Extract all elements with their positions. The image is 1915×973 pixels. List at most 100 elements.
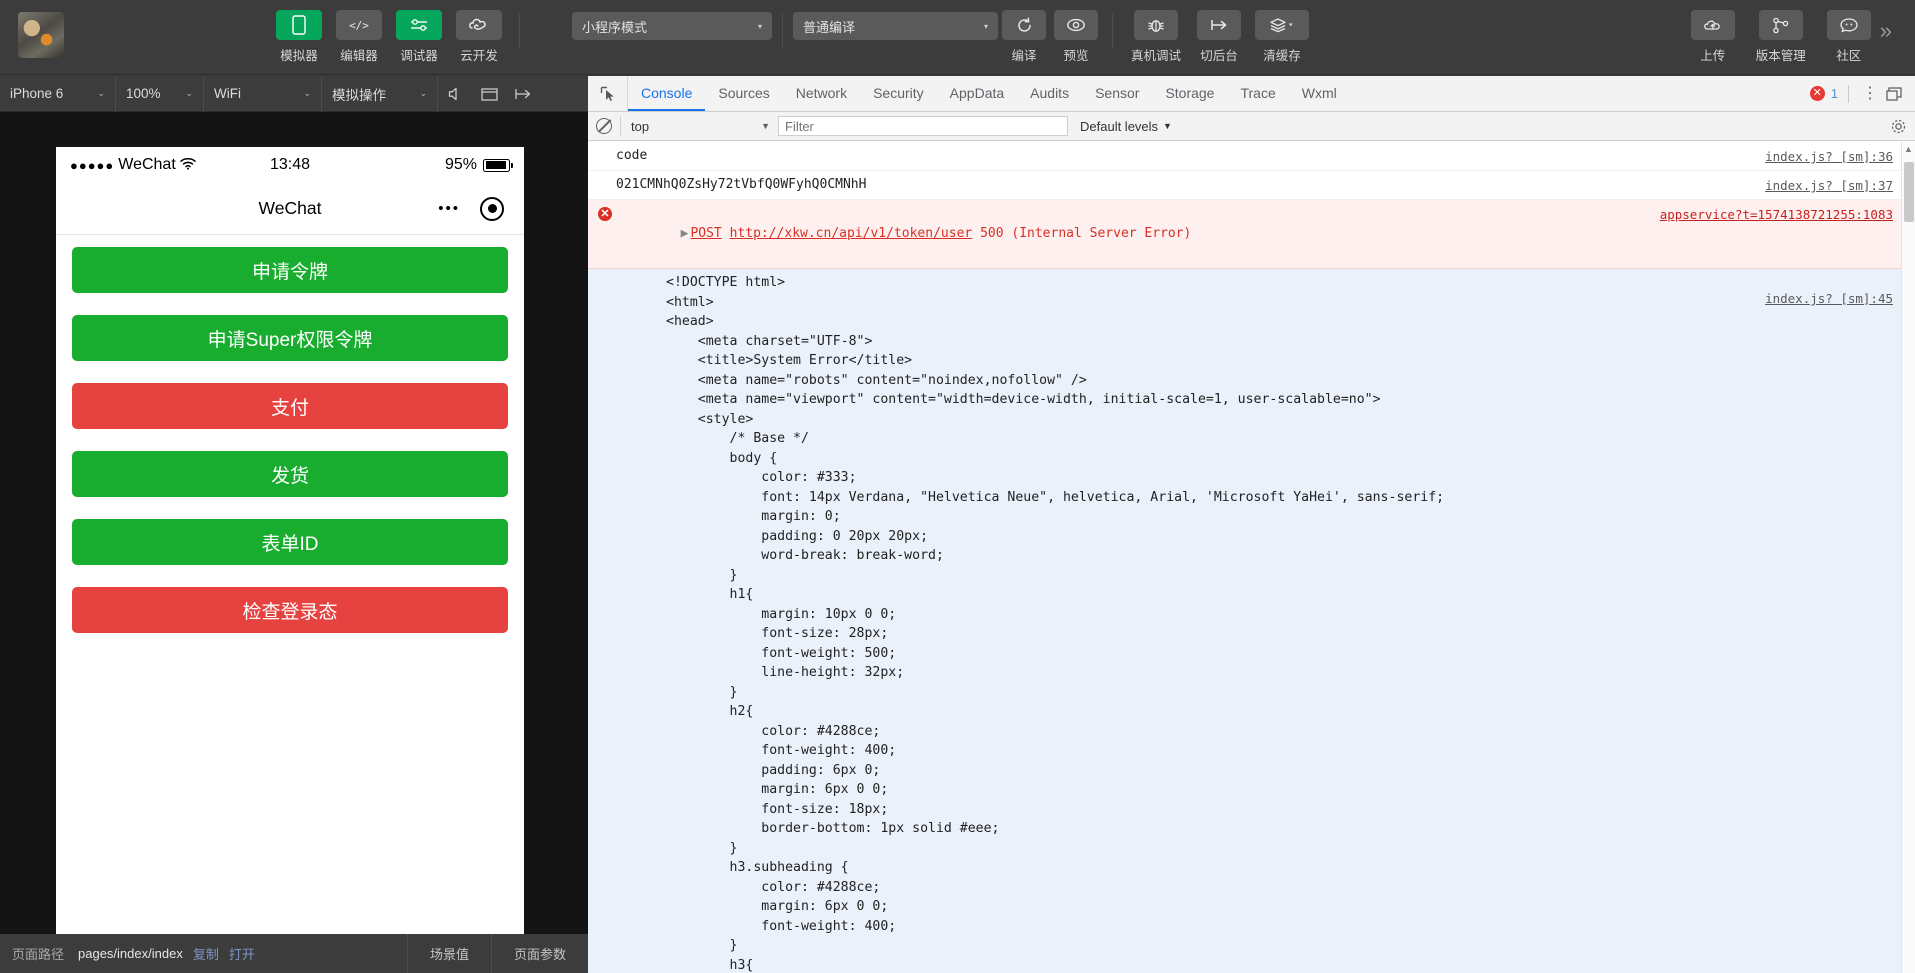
tab-trace[interactable]: Trace: [1227, 76, 1288, 111]
toolbar-action-preview[interactable]: 预览: [1050, 10, 1102, 64]
page-path-label: 页面路径: [12, 947, 65, 962]
console-line-error[interactable]: ✕ ▶ POST http://xkw.cn/api/v1/token/user …: [588, 200, 1915, 269]
tab-wxml[interactable]: Wxml: [1289, 76, 1350, 111]
toolbar-action-upload-label: 上传: [1700, 49, 1726, 63]
scrollbar-thumb[interactable]: [1904, 162, 1914, 222]
toolbar-mode-editor[interactable]: </> 编辑器: [329, 10, 389, 64]
console-filter-bar: top ▼ Default levels ▼: [588, 112, 1915, 141]
button-ship[interactable]: 发货: [72, 451, 508, 497]
inspect-cursor-icon[interactable]: [588, 76, 628, 111]
simulate-action-select[interactable]: 模拟操作 ⌄: [322, 75, 438, 112]
button-form-id[interactable]: 表单ID: [72, 519, 508, 565]
console-context-select[interactable]: top ▼: [620, 116, 770, 136]
console-output[interactable]: code index.js? [sm]:36 021CMNhQ0ZsHy72tV…: [588, 142, 1915, 973]
devtools-panel: Console Sources Network Security AppData…: [588, 76, 1915, 973]
toolbar-action-compile[interactable]: 编译: [998, 10, 1050, 64]
toolbar-mode-simulator-label: 模拟器: [280, 49, 318, 63]
page-title: WeChat: [258, 198, 322, 218]
clear-console-icon[interactable]: [596, 118, 612, 134]
copy-path-link[interactable]: 复制: [193, 944, 219, 963]
network-select[interactable]: WiFi ⌄: [204, 75, 322, 112]
tab-audits[interactable]: Audits: [1017, 76, 1082, 111]
tab-network[interactable]: Network: [783, 76, 860, 111]
tab-page-params[interactable]: 页面参数: [490, 934, 588, 973]
error-count-badge[interactable]: ✕ 1: [1809, 86, 1838, 101]
toolbar-mode-cloud-label: 云开发: [460, 49, 498, 63]
toolbar-mode-cloud[interactable]: 云开发: [449, 10, 509, 64]
tab-sources[interactable]: Sources: [705, 76, 782, 111]
toolbar-action-background-label: 切后台: [1200, 49, 1238, 63]
battery-icon: [483, 158, 513, 172]
tab-console[interactable]: Console: [628, 76, 706, 111]
tab-storage[interactable]: Storage: [1152, 76, 1227, 111]
console-code-block: <!DOCTYPE html> <html> <head> <meta char…: [588, 269, 1915, 973]
scroll-up-arrow-icon[interactable]: ▲: [1902, 142, 1915, 156]
volume-icon[interactable]: [438, 76, 472, 112]
toolbar-action-background[interactable]: 切后台: [1189, 10, 1249, 64]
tab-security[interactable]: Security: [860, 76, 937, 111]
network-select-value: WiFi: [214, 86, 241, 101]
console-line-text: code: [616, 148, 648, 163]
toolbar-action-upload[interactable]: 上传: [1682, 10, 1744, 64]
toolbar-mode-simulator[interactable]: 模拟器: [269, 10, 329, 64]
chevron-down-icon: ⌄: [419, 88, 427, 98]
bug-icon: [1134, 10, 1178, 40]
toolbar-action-compile-label: 编译: [1011, 49, 1037, 63]
toolbar-action-preview-label: 预览: [1063, 49, 1089, 63]
chat-icon: [1826, 10, 1871, 40]
console-line-log[interactable]: 021CMNhQ0ZsHy72tVbfQ0WFyhQ0CMNhH index.j…: [588, 171, 1915, 200]
chevron-down-icon: ⌄: [303, 88, 311, 98]
device-select[interactable]: iPhone 6 ⌄: [0, 75, 116, 112]
button-pay[interactable]: 支付: [72, 383, 508, 429]
toolbar-action-version-label: 版本管理: [1755, 49, 1806, 63]
tab-appdata[interactable]: AppData: [937, 76, 1017, 111]
open-path-link[interactable]: 打开: [229, 944, 255, 963]
error-circle-icon: ✕: [598, 207, 612, 221]
detach-icon[interactable]: [506, 76, 540, 112]
error-url[interactable]: http://xkw.cn/api/v1/token/user: [730, 226, 973, 241]
button-apply-super-token[interactable]: 申请Super权限令牌: [72, 315, 508, 361]
mode-select[interactable]: 小程序模式 ▾: [572, 12, 772, 40]
console-line-log[interactable]: code index.js? [sm]:36: [588, 142, 1915, 171]
toolbar-action-clearcache-label: 清缓存: [1263, 49, 1301, 63]
toolbar-action-realdevice[interactable]: 真机调试: [1123, 10, 1189, 64]
zoom-select-value: 100%: [126, 86, 161, 101]
window-icon[interactable]: [472, 76, 506, 112]
tab-sensor[interactable]: Sensor: [1082, 76, 1152, 111]
tab-scene-value[interactable]: 场景值: [406, 934, 491, 973]
compile-select[interactable]: 普通编译 ▾: [793, 12, 998, 40]
dock-window-icon[interactable]: [1883, 86, 1905, 101]
toolbar-action-community[interactable]: 社区: [1818, 10, 1880, 64]
toolbar-mode-debugger[interactable]: 调试器: [389, 10, 449, 64]
error-method: POST: [690, 226, 722, 241]
console-line-source[interactable]: index.js? [sm]:36: [1765, 147, 1893, 167]
log-levels-select[interactable]: Default levels ▼: [1080, 119, 1172, 134]
main-toolbar: 模拟器 </> 编辑器 调试器 云开发 小程序模式 ▾ 普通编译 ▾ 编译 预览…: [0, 0, 1915, 75]
mode-select-value: 小程序模式: [582, 19, 648, 35]
expand-triangle-icon[interactable]: ▶: [681, 226, 689, 241]
upload-cloud-icon: [1690, 10, 1735, 40]
simulator-panel: ●●●●● WeChat 13:48 95% WeChat ••• 申请令牌 申…: [0, 112, 588, 942]
console-code-source[interactable]: index.js? [sm]:45: [1765, 291, 1893, 306]
toolbar-action-clearcache[interactable]: 清缓存: [1249, 10, 1315, 64]
button-apply-token[interactable]: 申请令牌: [72, 247, 508, 293]
svg-text:</>: </>: [349, 19, 369, 32]
error-status: 500 (Internal Server Error): [980, 226, 1192, 241]
console-line-source[interactable]: index.js? [sm]:37: [1765, 176, 1893, 196]
gear-icon[interactable]: [1889, 117, 1907, 135]
button-check-login[interactable]: 检查登录态: [72, 587, 508, 633]
branch-icon: [1758, 10, 1803, 40]
toolbar-action-version[interactable]: 版本管理: [1744, 10, 1818, 64]
simulator-bottom-bar: 页面路径 pages/index/index 复制 打开 场景值 页面参数: [0, 934, 588, 973]
toolbar-divider-1: [519, 14, 520, 48]
toolbar-divider-2: [782, 14, 783, 48]
console-filter-input[interactable]: [778, 116, 1068, 136]
more-vertical-icon[interactable]: ⋮: [1859, 85, 1881, 101]
status-time: 13:48: [269, 156, 311, 173]
devtools-tab-bar: Console Sources Network Security AppData…: [588, 76, 1915, 112]
console-line-source[interactable]: appservice?t=1574138721255:1083: [1660, 205, 1893, 225]
tabbar-divider: [1848, 84, 1849, 103]
toolbar-overflow-button[interactable]: »: [1880, 18, 1892, 44]
console-scrollbar[interactable]: ▲: [1901, 142, 1915, 973]
zoom-select[interactable]: 100% ⌄: [116, 75, 204, 112]
